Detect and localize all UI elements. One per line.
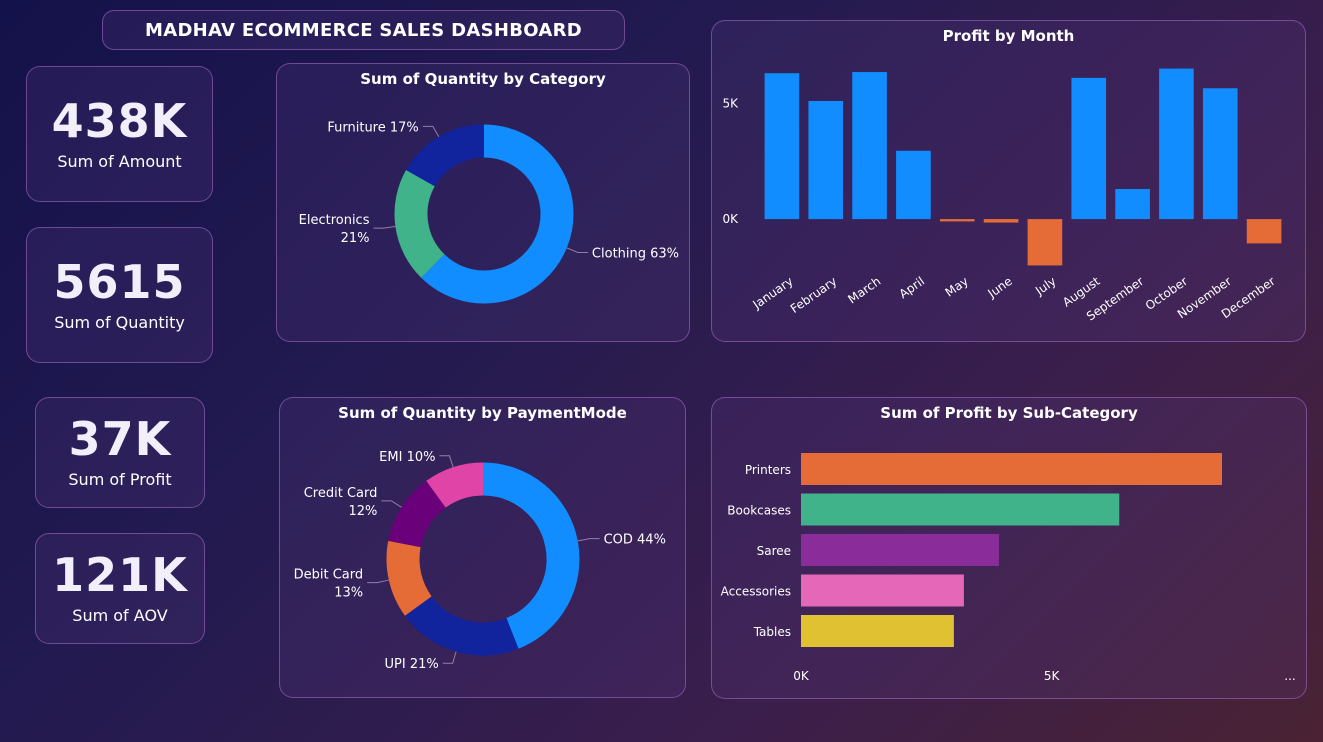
donut-data-label: EMI 10% [379,450,435,465]
bar-december [1246,219,1282,244]
bar-accessories [801,574,964,607]
kpi-card-quantity[interactable]: 5615 Sum of Quantity [26,227,213,363]
y-tick-label: Accessories [721,585,791,599]
paymentmode-donut-svg: COD 44% UPI 21% Debit Card 13% Credit Card 12… [294,450,666,672]
x-tick-label: May [943,274,971,300]
bar-october [1159,68,1194,220]
bar-march [852,72,887,220]
overflow-marker: ... [1284,669,1295,683]
donut-data-label: UPI 21% [385,657,439,672]
bar-may [939,219,975,222]
profit-by-month-chart[interactable]: Profit by Month 0K 5K January February March… [711,20,1306,342]
bar-bookcases [801,493,1120,526]
kpi-value: 37K [68,412,172,466]
bar-tables [801,615,954,647]
donut-leader-line [577,538,600,542]
bar-june [983,219,1019,223]
donut-slice-debit-card [386,540,433,616]
x-tick-label: June [985,274,1015,301]
donut-slice-credit-card [388,480,447,548]
donut-data-label: Debit Card [294,568,364,583]
kpi-value: 438K [51,93,188,148]
donut-data-label: Clothing 63% [592,246,679,261]
donut-leader-line [442,651,457,664]
kpi-value: 5615 [53,254,186,309]
bar-saree [801,534,999,566]
kpi-value: 121K [52,548,188,602]
x-tick-label: March [845,274,883,306]
kpi-card-aov[interactable]: 121K Sum of AOV [35,533,205,644]
profit-by-subcategory-chart[interactable]: Sum of Profit by Sub-Category Printers Bo… [711,397,1307,699]
y-tick-label: 0K [722,212,739,226]
y-tick-label: Bookcases [727,504,791,518]
x-tick-label: 5K [1044,669,1061,683]
donut-leader-line [439,455,454,468]
donut-data-label: 12% [348,504,377,519]
donut-data-label: 21% [341,231,370,246]
donut-leader-line [566,247,588,253]
bar-july [1027,219,1063,266]
kpi-label: Sum of Amount [57,151,182,171]
bar-february [808,101,844,220]
donut-slice-electronics [394,170,445,278]
donut-data-label: 13% [334,586,363,601]
profit-by-subcategory-svg: Printers Bookcases Saree Accessories Tables 0… [721,453,1296,683]
bar-printers [801,453,1222,485]
bar-september [1115,189,1150,220]
donut-data-label: Electronics [299,213,370,228]
donut-slice-cod [482,462,580,649]
category-donut-chart[interactable]: Sum of Quantity by Category Clothing 63%… [276,63,690,342]
y-tick-label: Saree [757,544,791,558]
x-tick-label: 0K [793,669,810,683]
donut-leader-line [373,225,396,229]
kpi-card-profit[interactable]: 37K Sum of Profit [35,397,205,508]
x-tick-label: February [788,274,840,316]
paymentmode-donut-chart[interactable]: Sum of Quantity by PaymentMode COD 44% UP… [279,397,686,698]
donut-data-label: Credit Card [304,486,378,501]
donut-slice-emi [426,462,484,509]
bar-april [896,150,931,220]
bar-january [764,73,800,220]
donut-leader-line [367,579,389,584]
kpi-card-amount[interactable]: 438K Sum of Amount [26,66,213,202]
category-donut-svg: Clothing 63% Electronics 21% Furniture 17% [299,120,679,304]
donut-leader-line [381,500,402,508]
bar-august [1071,77,1107,220]
bar-november [1202,88,1238,220]
profit-by-month-svg: 0K5KJanuaryFebruary March April May June July… [722,68,1282,324]
x-tick-label: April [897,274,928,301]
x-tick-label: July [1032,274,1059,298]
donut-slice-upi [404,595,519,656]
donut-leader-line [422,125,440,137]
y-tick-label: Tables [753,625,791,639]
dashboard-title: MADHAV ECOMMERCE SALES DASHBOARD [102,10,625,50]
kpi-label: Sum of AOV [72,606,168,625]
donut-data-label: Furniture 17% [327,120,418,135]
y-tick-label: Printers [745,463,791,477]
y-tick-label: 5K [722,96,739,110]
donut-data-label: COD 44% [604,533,666,548]
kpi-label: Sum of Quantity [54,312,185,332]
donut-slice-furniture [406,124,485,187]
kpi-label: Sum of Profit [68,470,172,489]
